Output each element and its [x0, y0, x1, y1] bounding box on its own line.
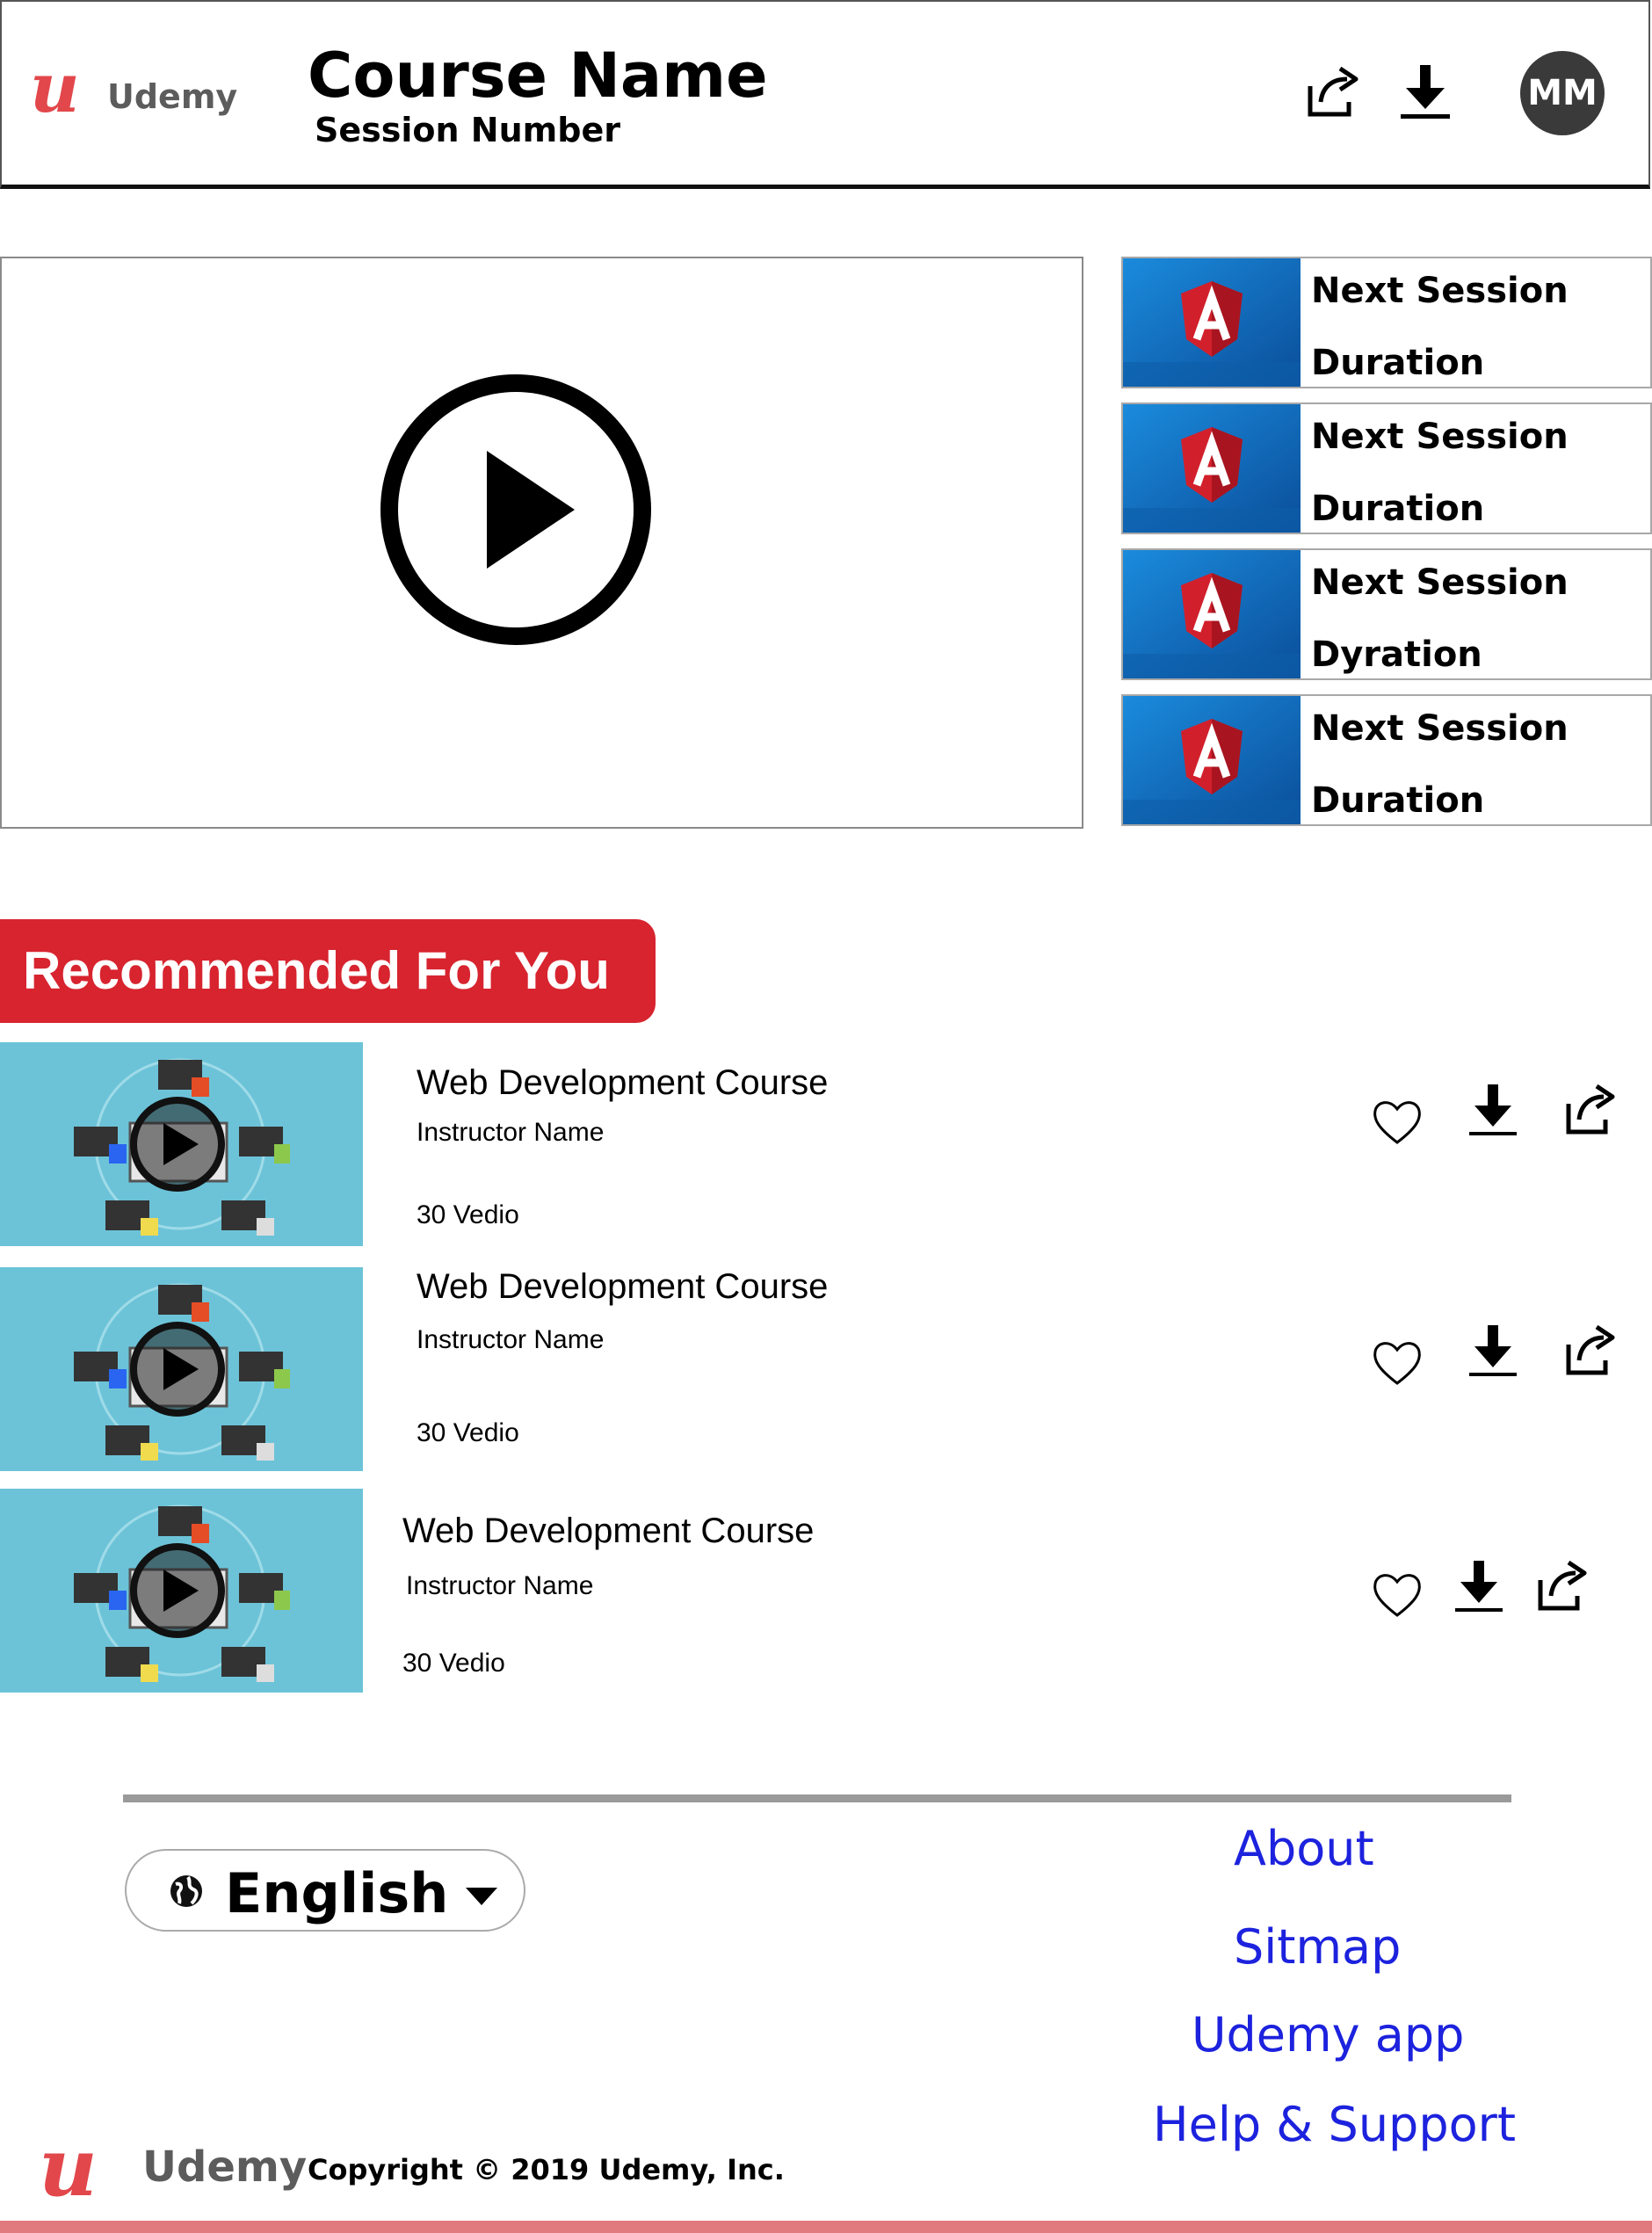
download-icon[interactable]: [1466, 1083, 1520, 1137]
list-item[interactable]: Web Development Course Instructor Name 3…: [0, 1042, 1652, 1246]
course-title[interactable]: Web Development Course: [402, 1512, 814, 1551]
avatar[interactable]: MM: [1520, 51, 1605, 135]
udemy-logo-text[interactable]: Udemy: [107, 77, 237, 116]
download-icon[interactable]: [1452, 1559, 1506, 1613]
heart-icon[interactable]: [1370, 1095, 1424, 1149]
footer-link-help-support[interactable]: Help & Support: [1153, 2097, 1516, 2152]
next-session-duration: Duration: [1311, 780, 1485, 821]
up-next-item[interactable]: Next Session Duration: [1121, 257, 1652, 388]
next-session-duration: Duration: [1311, 343, 1485, 383]
next-session-title: Next Session: [1311, 271, 1569, 311]
share-icon[interactable]: [1535, 1559, 1590, 1613]
heart-icon[interactable]: [1370, 1568, 1424, 1622]
angular-thumbnail-icon: [1123, 696, 1301, 824]
recommended-heading: Recommended For You: [23, 941, 610, 1000]
next-session-duration: Dyration: [1311, 634, 1482, 675]
footer-divider: [123, 1794, 1511, 1802]
up-next-item[interactable]: Next Session Duration: [1121, 694, 1652, 826]
course-instructor: Instructor Name: [417, 1325, 605, 1354]
udemy-logo-text[interactable]: Udemy: [142, 2142, 307, 2192]
course-video-count: 30 Vedio: [402, 1649, 505, 1678]
footer-link-sitemap[interactable]: Sitmap: [1234, 1919, 1401, 1975]
globe-icon: [170, 1875, 202, 1907]
up-next-item[interactable]: Next Session Dyration: [1121, 548, 1652, 680]
footer-link-about[interactable]: About: [1234, 1821, 1374, 1876]
next-session-title: Next Session: [1311, 562, 1569, 603]
chevron-down-icon: [466, 1888, 497, 1905]
share-icon[interactable]: [1305, 63, 1361, 120]
copyright-text: Copyright © 2019 Udemy, Inc.: [308, 2153, 785, 2186]
course-thumbnail[interactable]: [0, 1267, 363, 1471]
course-thumbnail[interactable]: [0, 1042, 363, 1246]
play-circle-icon[interactable]: [380, 373, 652, 646]
download-icon[interactable]: [1466, 1323, 1520, 1378]
angular-thumbnail-icon: [1123, 258, 1301, 387]
course-title[interactable]: Web Development Course: [417, 1267, 828, 1307]
angular-thumbnail-icon: [1123, 550, 1301, 678]
footer-accent-bar: [0, 2221, 1652, 2233]
next-session-title: Next Session: [1311, 417, 1569, 457]
course-thumbnail[interactable]: [0, 1489, 363, 1693]
next-session-title: Next Session: [1311, 708, 1569, 749]
footer-link-udemy-app[interactable]: Udemy app: [1192, 2007, 1464, 2063]
heart-icon[interactable]: [1370, 1336, 1424, 1390]
list-item[interactable]: Web Development Course Instructor Name 3…: [0, 1489, 1652, 1693]
list-item[interactable]: Web Development Course Instructor Name 3…: [0, 1267, 1652, 1471]
udemy-logo-mark[interactable]: u: [39, 2127, 98, 2208]
next-session-duration: Duration: [1311, 489, 1485, 529]
share-icon[interactable]: [1563, 1323, 1618, 1378]
up-next-item[interactable]: Next Session Duration: [1121, 402, 1652, 534]
course-instructor: Instructor Name: [417, 1118, 605, 1147]
share-icon[interactable]: [1563, 1083, 1618, 1137]
course-video-count: 30 Vedio: [417, 1418, 519, 1447]
udemy-logo-mark[interactable]: u: [30, 54, 80, 123]
page-title: Course Name: [308, 40, 768, 112]
course-title[interactable]: Web Development Course: [417, 1063, 828, 1103]
session-number: Session Number: [315, 111, 620, 149]
course-instructor: Instructor Name: [406, 1571, 594, 1600]
language-label: English: [225, 1861, 449, 1925]
course-video-count: 30 Vedio: [417, 1200, 519, 1229]
language-select[interactable]: English: [125, 1849, 525, 1932]
download-icon[interactable]: [1397, 63, 1453, 121]
angular-thumbnail-icon: [1123, 404, 1301, 533]
